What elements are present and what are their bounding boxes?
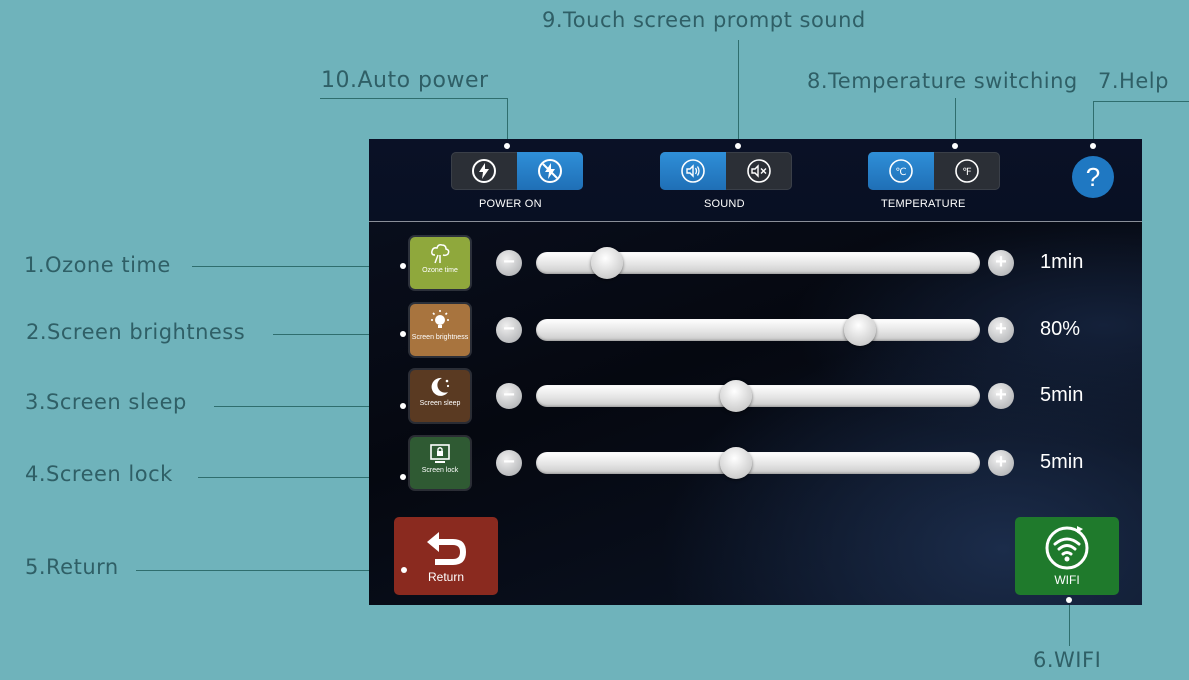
fahrenheit-icon: ℉ <box>955 159 979 183</box>
slider-handle[interactable] <box>719 447 752 479</box>
device-screen: POWER ON SOUND ℃ ℉ TEMPERATURE ? Ozone t… <box>369 139 1142 605</box>
callout-dot <box>952 143 958 149</box>
wifi-icon <box>1045 526 1089 570</box>
decrease-button[interactable]: − <box>496 383 522 409</box>
setting-icon-button[interactable]: Ozone time <box>410 237 470 289</box>
setting-icon-button[interactable]: Screen brightness <box>410 304 470 356</box>
power-toggle[interactable] <box>451 152 583 190</box>
leader-line <box>1069 600 1070 646</box>
temperature-label: TEMPERATURE <box>881 198 966 210</box>
return-label: Return <box>427 570 465 584</box>
slider-track[interactable] <box>536 247 980 279</box>
svg-text:℃: ℃ <box>895 167 906 178</box>
setting-value: 80% <box>1040 318 1081 340</box>
fahrenheit-option[interactable]: ℉ <box>934 152 1000 190</box>
speaker-mute-icon <box>747 159 771 183</box>
celsius-option[interactable]: ℃ <box>868 152 934 190</box>
svg-text:℉: ℉ <box>962 167 972 178</box>
wifi-button[interactable]: WIFI <box>1015 517 1119 595</box>
callout-dot <box>400 474 406 480</box>
callout-dot <box>735 143 741 149</box>
decrease-button[interactable]: − <box>496 250 522 276</box>
celsius-icon: ℃ <box>889 159 913 183</box>
callout-screen-lock: 4.Screen lock <box>25 462 173 486</box>
setting-icon-label: Ozone time <box>422 267 458 274</box>
setting-icon-label: Screen sleep <box>419 400 461 407</box>
slider-track[interactable] <box>536 447 980 479</box>
power-off-option[interactable] <box>517 152 583 190</box>
sound-mute-option[interactable] <box>726 152 792 190</box>
callout-dot <box>1090 143 1096 149</box>
leader-line <box>738 40 739 146</box>
power-on-option[interactable] <box>451 152 517 190</box>
increase-button[interactable]: + <box>988 450 1014 476</box>
increase-button[interactable]: + <box>988 317 1014 343</box>
decrease-button[interactable]: − <box>496 317 522 343</box>
sound-toggle[interactable] <box>660 152 792 190</box>
setting-icon-label: Screen brightness <box>411 334 469 341</box>
callout-dot <box>400 331 406 337</box>
help-button[interactable]: ? <box>1072 156 1114 198</box>
callout-dot <box>400 403 406 409</box>
callout-temperature: 8.Temperature switching <box>807 69 1078 93</box>
callout-screen-sleep: 3.Screen sleep <box>25 390 187 414</box>
ozone-icon <box>431 244 450 264</box>
callout-help: 7.Help <box>1098 69 1169 93</box>
callout-touch-sound: 9.Touch screen prompt sound <box>542 8 866 32</box>
slider-track[interactable] <box>536 314 980 346</box>
sound-label: SOUND <box>704 198 745 210</box>
leader-line <box>320 98 508 99</box>
setting-icon-label: Screen lock <box>421 467 459 474</box>
lock-icon <box>430 444 450 463</box>
top-bar: POWER ON SOUND ℃ ℉ TEMPERATURE ? <box>369 139 1142 222</box>
sound-on-option[interactable] <box>660 152 726 190</box>
callout-dot <box>1066 597 1072 603</box>
speaker-on-icon <box>681 159 705 183</box>
increase-button[interactable]: + <box>988 383 1014 409</box>
power-on-icon <box>472 159 496 183</box>
callout-return: 5.Return <box>25 555 119 579</box>
callout-dot <box>400 263 406 269</box>
increase-button[interactable]: + <box>988 250 1014 276</box>
callout-wifi: 6.WIFI <box>1033 648 1102 672</box>
setting-icon-button[interactable]: Screen lock <box>410 437 470 489</box>
decrease-button[interactable]: − <box>496 450 522 476</box>
temperature-toggle[interactable]: ℃ ℉ <box>868 152 1000 190</box>
power-off-icon <box>538 159 562 183</box>
return-arrow-icon <box>427 532 466 565</box>
slider-handle[interactable] <box>719 380 752 412</box>
power-label: POWER ON <box>479 198 542 210</box>
callout-dot <box>504 143 510 149</box>
callout-dot <box>401 567 407 573</box>
setting-value: 5min <box>1040 451 1084 473</box>
setting-value: 5min <box>1040 384 1084 406</box>
setting-value: 1min <box>1040 251 1084 273</box>
moon-icon <box>431 377 450 396</box>
callout-auto-power: 10.Auto power <box>321 68 489 93</box>
return-button[interactable]: Return <box>394 517 498 595</box>
callout-ozone-time: 1.Ozone time <box>24 253 171 277</box>
slider-handle[interactable] <box>591 247 624 279</box>
slider-track[interactable] <box>536 380 980 412</box>
setting-icon-button[interactable]: Screen sleep <box>410 370 470 422</box>
callout-screen-brightness: 2.Screen brightness <box>26 320 246 344</box>
brightness-icon <box>431 310 449 328</box>
leader-line <box>1093 101 1189 102</box>
leader-line <box>136 570 404 571</box>
wifi-label: WIFI <box>1054 573 1080 587</box>
slider-handle[interactable] <box>844 314 877 346</box>
